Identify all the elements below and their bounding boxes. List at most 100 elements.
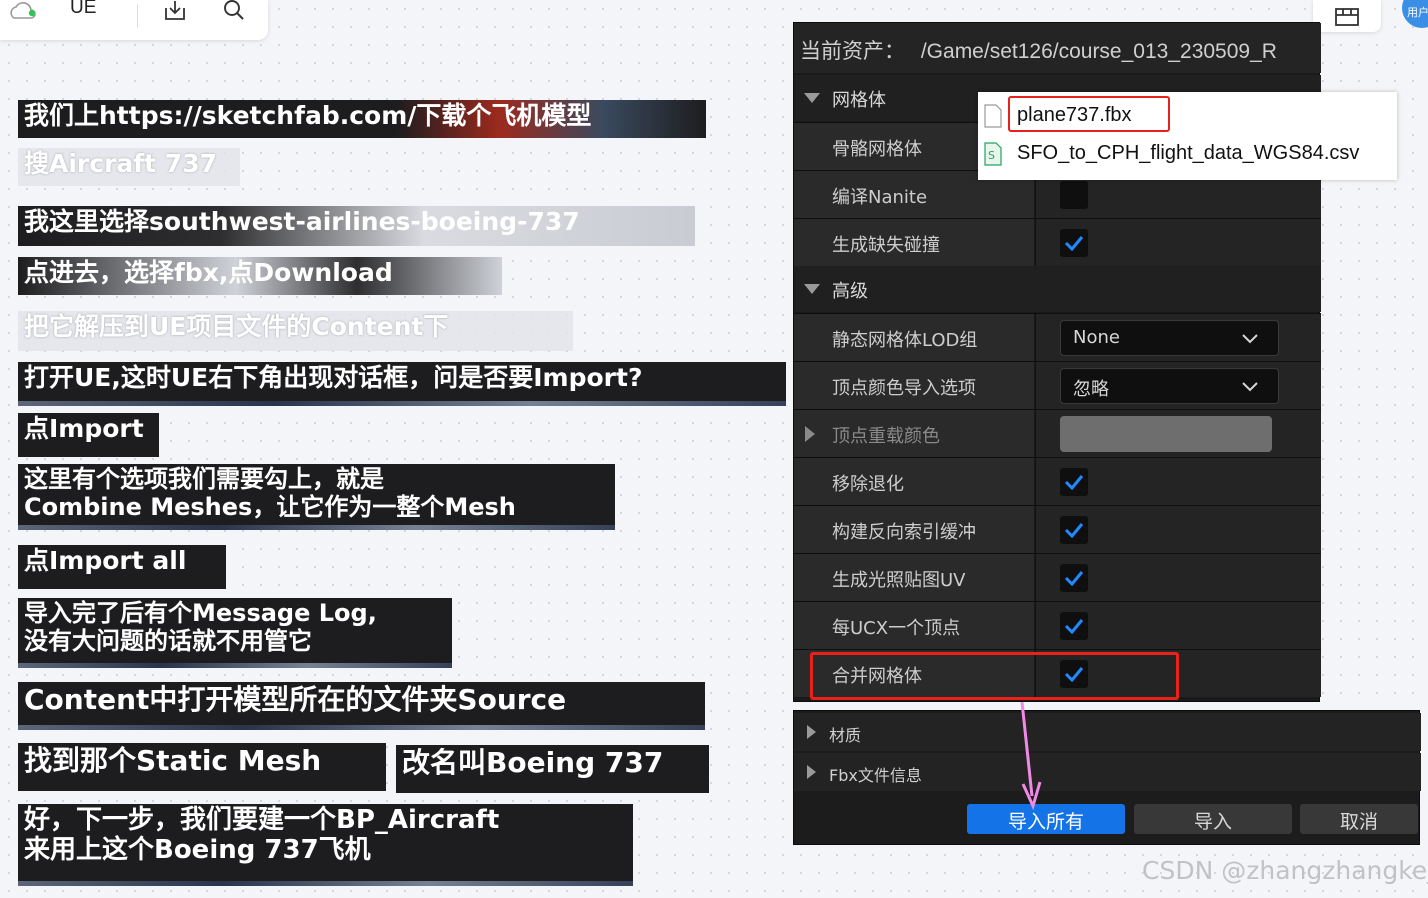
avatar-label: 用户 [1407, 6, 1428, 19]
user-avatar[interactable]: 用户 [1402, 0, 1428, 28]
gift-button[interactable] [1313, 0, 1381, 32]
expand-arrow-icon [807, 765, 816, 779]
prop-label: 生成缺失碰撞 [794, 219, 1034, 266]
prop-vertex-color-import: 顶点颜色导入选项 忽略 [794, 361, 1321, 409]
file-item[interactable]: S SFO_to_CPH_flight_data_WGS84.csv [978, 134, 1397, 172]
current-asset-label: 当前资产： [800, 40, 905, 63]
cloud-sync-icon[interactable] [8, 0, 38, 22]
download-icon [165, 1, 185, 20]
note-sketchfab: 我们上https://sketchfab.com/下载个飞机模型 [18, 100, 706, 138]
prop-value-cell [1035, 554, 1321, 601]
svg-text:S: S [988, 149, 995, 162]
note-text-line2: 来用上这个Boeing 737飞机 [24, 834, 371, 865]
note-text: 搜Aircraft 737 [24, 149, 217, 178]
vertex-color-dropdown[interactable]: 忽略 [1060, 368, 1279, 404]
prop-build-reversed-index: 构建反向索引缓冲 [794, 505, 1321, 553]
note-message-log: 导入完了后有个Message Log, 没有大问题的话就不用管它 [18, 598, 452, 668]
top-toolbar: UE [0, 0, 268, 40]
check-icon [1064, 523, 1084, 538]
prop-label: 顶点颜色导入选项 [794, 362, 1034, 409]
note-text-line1: 好，下一步，我们要建一个BP_Aircraft [24, 805, 500, 835]
prop-label-cell: 顶点重载颜色 [794, 410, 1034, 457]
note-text-line2: Combine Meshes，让它作为一整个Mesh [24, 492, 516, 521]
search-icon [224, 0, 244, 20]
cancel-button[interactable]: 取消 [1300, 804, 1418, 834]
current-asset-header: 当前资产： /Game/set126/course_013_230509_R [794, 23, 1321, 73]
remove-degenerates-checkbox[interactable] [1060, 468, 1088, 496]
note-import-all: 点Import all [18, 545, 226, 589]
section-fbx-info[interactable]: Fbx文件信息 [794, 753, 1421, 791]
note-download: 点进去，选择fbx,点Download [18, 257, 502, 295]
prop-value-cell [1035, 602, 1321, 649]
gift-icon [1335, 8, 1359, 26]
chevron-down-icon [1242, 334, 1258, 344]
note-bp-aircraft: 好，下一步，我们要建一个BP_Aircraft 来用上这个Boeing 737飞… [18, 804, 633, 886]
check-icon [1064, 475, 1084, 490]
section-label: 材质 [829, 726, 862, 745]
prop-value-cell: 忽略 [1035, 362, 1321, 409]
toolbar-divider [137, 4, 138, 28]
gen-missing-collision-checkbox[interactable] [1060, 229, 1088, 257]
expand-arrow-icon[interactable] [805, 426, 815, 442]
download-button[interactable] [161, 0, 189, 24]
note-unzip: 把它解压到UE项目文件的Content下 [18, 311, 573, 351]
import-dialog-footer: 材质 Fbx文件信息 导入所有 导入 取消 [793, 710, 1421, 845]
current-asset-path: /Game/set126/course_013_230509_R [920, 40, 1277, 63]
prop-label: 静态网格体LOD组 [794, 314, 1034, 361]
collapse-triangle-icon [804, 284, 820, 294]
build-reversed-index-checkbox[interactable] [1060, 516, 1088, 544]
note-text: 我们上https://sketchfab.com/下载个飞机模型 [24, 101, 592, 130]
watermark: CSDN @zhangzhangkeji [1142, 856, 1428, 885]
dropdown-value: 忽略 [1073, 379, 1109, 400]
chevron-down-icon [1242, 382, 1258, 392]
section-advanced[interactable]: 高级 [794, 266, 1321, 312]
prop-value-cell: None [1035, 314, 1321, 361]
combine-meshes-highlight [810, 652, 1179, 700]
prop-remove-degenerates: 移除退化 [794, 457, 1321, 505]
collapse-triangle-icon [804, 93, 820, 103]
color-swatch[interactable] [1060, 416, 1272, 452]
note-text: Content中打开模型所在的文件夹Source [24, 683, 567, 716]
check-icon [1064, 571, 1084, 586]
note-search: 搜Aircraft 737 [18, 148, 240, 186]
note-text-line2: 没有大问题的话就不用管它 [24, 626, 312, 655]
note-combine-meshes: 这里有个选项我们需要勾上，就是 Combine Meshes，让它作为一整个Me… [18, 464, 615, 530]
note-open-source: Content中打开模型所在的文件夹Source [18, 682, 705, 730]
section-material[interactable]: 材质 [794, 713, 1421, 751]
expand-arrow-icon [807, 725, 816, 739]
prop-label: 每UCX一个顶点 [794, 602, 1034, 649]
note-text: 点进去，选择fbx,点Download [24, 258, 393, 287]
section-label: 高级 [832, 281, 868, 302]
file-icon [984, 104, 1002, 128]
note-text: 点Import [24, 414, 144, 443]
prop-static-lod-group: 静态网格体LOD组 None [794, 313, 1321, 361]
note-click-import: 点Import [18, 413, 159, 457]
file-name: SFO_to_CPH_flight_data_WGS84.csv [1017, 142, 1360, 164]
lod-group-dropdown[interactable]: None [1060, 320, 1279, 356]
note-select-model: 我这里选择southwest-airlines-boeing-737 [18, 206, 695, 246]
note-text: 点Import all [24, 546, 187, 575]
prop-vertex-override-color: 顶点重载颜色 [794, 409, 1321, 457]
check-icon [1064, 619, 1084, 634]
note-find-static-mesh: 找到那个Static Mesh [18, 743, 386, 791]
note-text-line1: 导入完了后有个Message Log, [24, 599, 377, 627]
dropdown-value: None [1073, 327, 1120, 348]
one-convex-per-ucx-checkbox[interactable] [1060, 612, 1088, 640]
prop-gen-lightmap-uv: 生成光照贴图UV [794, 553, 1321, 601]
pointer-arrow [1020, 701, 1042, 810]
prop-label: 顶点重载颜色 [832, 426, 940, 447]
fbx-file-highlight [1008, 96, 1170, 132]
import-button[interactable]: 导入 [1134, 804, 1292, 834]
gen-lightmap-uv-checkbox[interactable] [1060, 564, 1088, 592]
check-icon [1064, 236, 1084, 251]
build-nanite-checkbox[interactable] [1060, 181, 1088, 209]
search-button[interactable] [220, 0, 248, 24]
note-text: 改名叫Boeing 737 [402, 746, 664, 779]
note-open-ue: 打开UE,这时UE右下角出现对话框，问是否要Import? [18, 362, 786, 406]
prop-one-convex-per-ucx: 每UCX一个顶点 [794, 601, 1321, 649]
prop-label: 构建反向索引缓冲 [794, 506, 1034, 553]
document-title: UE [70, 0, 97, 18]
note-text: 找到那个Static Mesh [24, 744, 322, 777]
note-text-line1: 这里有个选项我们需要勾上，就是 [24, 465, 384, 493]
prop-label: 移除退化 [794, 458, 1034, 505]
